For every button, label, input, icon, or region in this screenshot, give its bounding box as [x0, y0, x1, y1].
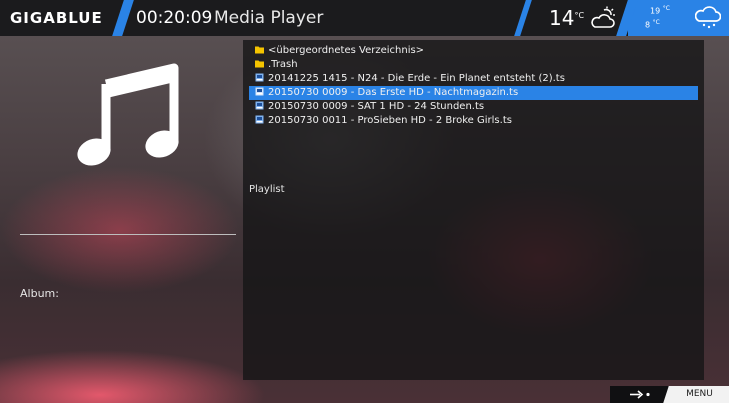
header-divider-weather [514, 0, 532, 36]
arrow-key-hint[interactable] [610, 386, 670, 403]
video-file-icon [255, 73, 264, 82]
cloud-sun-icon [591, 6, 615, 28]
page-title: Media Player [214, 8, 324, 28]
info-divider [20, 234, 236, 235]
forecast-high-value: 19 [650, 6, 661, 16]
list-item-label: .Trash [268, 59, 298, 70]
menu-button-label: MENU [686, 389, 713, 399]
folder-icon [255, 60, 264, 68]
top-bar: GIGABLUE 00:20:09 Media Player 14°C 19 °… [0, 0, 729, 36]
list-item-parent-directory[interactable]: <übergeordnetes Verzeichnis> [249, 44, 698, 58]
menu-button[interactable]: MENU [670, 386, 729, 403]
video-file-icon [255, 115, 264, 124]
video-file-icon [255, 101, 264, 110]
list-item-trash[interactable]: .Trash [249, 58, 698, 72]
music-note-icon [77, 63, 179, 166]
playlist-label: Playlist [249, 184, 285, 195]
forecast-low: 8 °C [645, 19, 660, 30]
temperature-unit: °C [574, 11, 585, 20]
current-temperature: 14°C [549, 0, 584, 36]
list-item-file-selected[interactable]: 20150730 0009 - Das Erste HD - Nachtmaga… [249, 86, 698, 100]
cloud-rain-icon [695, 6, 721, 29]
file-browser-panel: <übergeordnetes Verzeichnis> .Trash 2014… [243, 40, 704, 380]
list-item-file[interactable]: 20150730 0011 - ProSieben HD - 2 Broke G… [249, 114, 698, 128]
list-item-label: 20141225 1415 - N24 - Die Erde - Ein Pla… [268, 73, 565, 84]
list-item-label: 20150730 0009 - SAT 1 HD - 24 Stunden.ts [268, 101, 485, 112]
forecast-panel: 19 °C 8 °C [628, 0, 729, 36]
album-label: Album: [20, 287, 59, 300]
video-file-icon [255, 87, 264, 96]
forecast-low-unit: °C [652, 19, 660, 26]
forecast-high: 19 °C [650, 5, 670, 16]
temperature-value: 14 [549, 6, 575, 30]
folder-icon [255, 46, 264, 54]
arrow-right-dot-icon [630, 390, 650, 399]
bottom-bar: MENU [610, 386, 729, 403]
file-list: <übergeordnetes Verzeichnis> .Trash 2014… [249, 44, 698, 128]
list-item-file[interactable]: 20141225 1415 - N24 - Die Erde - Ein Pla… [249, 72, 698, 86]
forecast-low-value: 8 [645, 20, 651, 30]
forecast-high-unit: °C [662, 5, 670, 12]
list-item-label: <übergeordnetes Verzeichnis> [268, 45, 425, 56]
list-item-label: 20150730 0011 - ProSieben HD - 2 Broke G… [268, 115, 512, 126]
list-item-label: 20150730 0009 - Das Erste HD - Nachtmaga… [268, 87, 519, 98]
list-item-file[interactable]: 20150730 0009 - SAT 1 HD - 24 Stunden.ts [249, 100, 698, 114]
clock: 00:20:09 [136, 8, 213, 28]
